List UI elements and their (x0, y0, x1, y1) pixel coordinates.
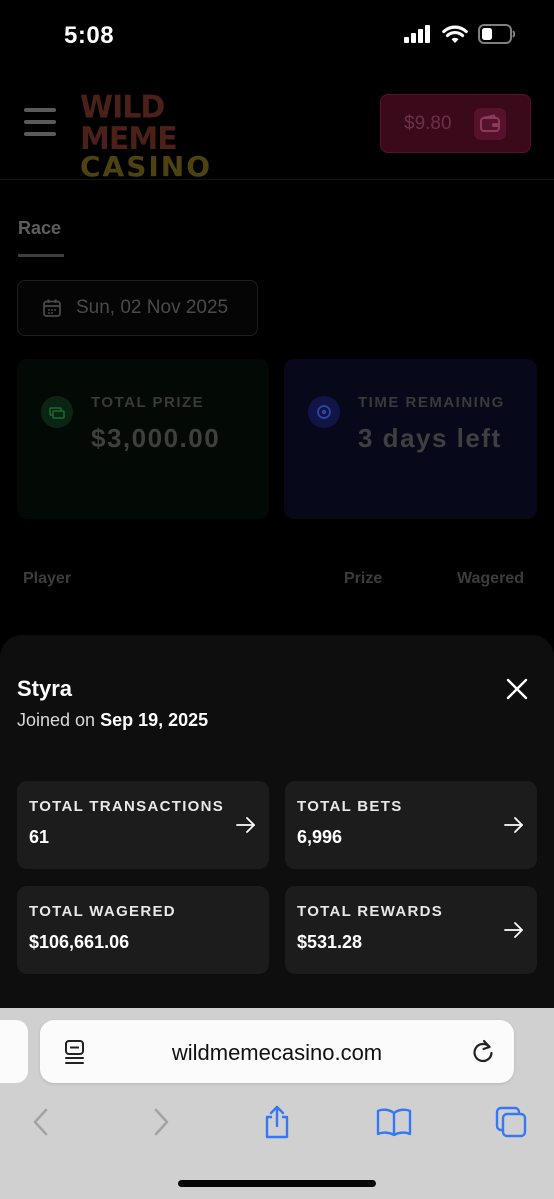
time-remaining-value: 3 days left (358, 423, 502, 453)
url-text: wildmemecasino.com (171, 1040, 383, 1065)
bookmarks-button[interactable] (372, 1100, 416, 1144)
metric-value: $106,661.06 (29, 932, 130, 952)
previous-tab-preview[interactable] (0, 1020, 28, 1083)
wifi-icon (442, 25, 468, 43)
arrow-right-icon (504, 817, 523, 833)
cellular-signal-icon (404, 25, 430, 43)
arrow-right-icon (236, 817, 255, 833)
metric-value: $531.28 (297, 932, 363, 952)
tabs-button[interactable] (489, 1100, 533, 1144)
column-header-player: Player (23, 570, 72, 587)
joined-prefix: Joined on (17, 710, 96, 730)
calendar-icon (43, 299, 61, 317)
close-button[interactable] (498, 670, 536, 708)
address-bar[interactable]: wildmemecasino.com (40, 1020, 514, 1083)
date-picker[interactable]: Sun, 02 Nov 2025 (17, 280, 258, 336)
time-remaining-label: TIME REMAINING (358, 394, 505, 411)
wallet-button[interactable]: $9.80 (380, 94, 531, 153)
time-remaining-card: TIME REMAINING 3 days left (284, 359, 537, 519)
reload-icon[interactable] (471, 1038, 495, 1064)
metric-label: TOTAL REWARDS (297, 903, 444, 920)
joined-date: Sep 19, 2025 (100, 710, 209, 730)
menu-icon[interactable] (24, 108, 56, 136)
metric-total-bets[interactable]: TOTAL BETS 6,996 (285, 781, 537, 869)
status-icons (404, 24, 516, 44)
money-icon (41, 396, 73, 428)
column-header-wagered: Wagered (457, 570, 524, 587)
forward-button[interactable] (139, 1100, 183, 1144)
metric-label: TOTAL BETS (297, 798, 403, 815)
share-button[interactable] (255, 1100, 299, 1144)
metric-total-transactions[interactable]: TOTAL TRANSACTIONS 61 (17, 781, 269, 869)
metric-total-rewards[interactable]: TOTAL REWARDS $531.28 (285, 886, 537, 974)
arrow-right-icon (504, 922, 523, 938)
tabs-icon (495, 1106, 527, 1138)
total-prize-value: $3,000.00 (91, 423, 221, 453)
metric-label: TOTAL TRANSACTIONS (29, 798, 225, 815)
metric-value: 6,996 (297, 827, 343, 847)
close-icon (506, 678, 528, 700)
tab-underline (18, 254, 64, 257)
share-icon (265, 1105, 289, 1139)
casino-logo[interactable]: WILD MEME CASINO (80, 92, 250, 181)
metric-label: TOTAL WAGERED (29, 903, 176, 920)
tab-race[interactable]: Race (18, 218, 61, 239)
back-button[interactable] (19, 1100, 63, 1144)
status-bar: 5:08 (0, 0, 554, 72)
metric-total-wagered[interactable]: TOTAL WAGERED $106,661.06 (17, 886, 269, 974)
browser-chrome: wildmemecasino.com (0, 1008, 554, 1199)
chevron-left-icon (33, 1108, 48, 1136)
total-prize-card: TOTAL PRIZE $3,000.00 (17, 359, 269, 519)
player-profile-sheet: Styra Joined on Sep 19, 2025 TOTAL TRANS… (0, 635, 554, 1015)
player-name: Styra (17, 676, 73, 701)
home-indicator (178, 1180, 376, 1187)
battery-icon (478, 24, 516, 44)
app-content: WILD MEME CASINO $9.80 Race Sun, 02 Nov (0, 72, 554, 632)
wallet-balance: $9.80 (404, 112, 452, 134)
logo-line1: WILD MEME (80, 89, 178, 158)
wallet-icon (474, 108, 506, 140)
metric-value: 61 (29, 827, 50, 847)
status-time: 5:08 (64, 22, 115, 49)
site-header: WILD MEME CASINO $9.80 (0, 72, 554, 181)
total-prize-label: TOTAL PRIZE (91, 394, 205, 411)
column-header-prize: Prize (344, 570, 383, 587)
timer-icon (308, 396, 340, 428)
joined-info: Joined on Sep 19, 2025 (17, 710, 208, 731)
race-date: Sun, 02 Nov 2025 (76, 297, 229, 318)
book-icon (376, 1108, 412, 1137)
chevron-right-icon (154, 1108, 169, 1136)
